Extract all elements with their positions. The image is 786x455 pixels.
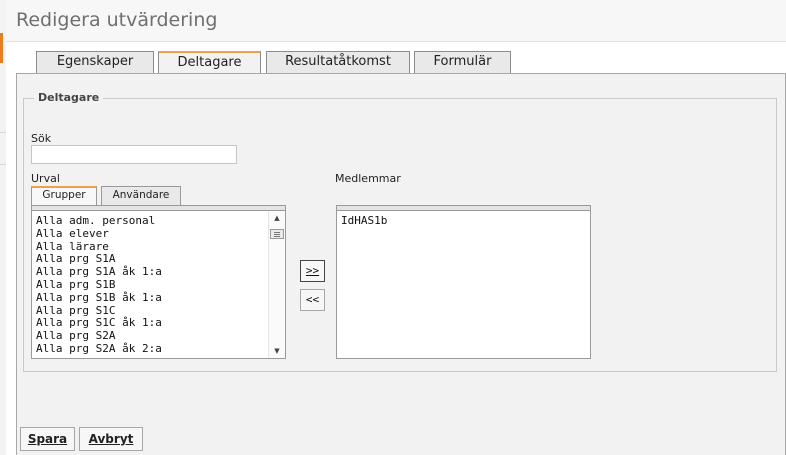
remove-member-button[interactable]: << — [300, 289, 325, 311]
thumb-grip — [274, 232, 280, 233]
group-list-item[interactable]: Alla prg S1B — [32, 278, 285, 292]
group-list-item[interactable]: Alla elever — [32, 227, 285, 241]
cancel-button[interactable]: Avbryt — [79, 427, 143, 451]
tab-deltagare[interactable]: Deltagare — [158, 51, 261, 74]
scroll-up-icon[interactable]: ▲ — [269, 213, 285, 223]
page-title: Redigera utvärdering — [16, 9, 218, 31]
tab-formular[interactable]: Formulär — [414, 51, 511, 73]
scroll-down-icon[interactable]: ▼ — [269, 346, 285, 356]
groups-list[interactable]: Alla adm. personal Alla elever Alla lärare… — [31, 211, 286, 359]
left-edge-divider — [0, 132, 6, 133]
group-list-item[interactable]: Alla adm. personal — [32, 214, 285, 228]
title-bar: Redigera utvärdering — [6, 0, 786, 42]
fieldset-legend: Deltagare — [34, 91, 104, 104]
members-list[interactable]: IdHAS1b — [336, 211, 591, 359]
selection-label: Urval — [31, 172, 60, 185]
search-label: Sök — [31, 132, 52, 145]
subtab-anvandare[interactable]: Användare — [101, 186, 181, 205]
left-edge-marker — [0, 33, 3, 63]
tab-resultatatkomst[interactable]: Resultatåtkomst — [266, 51, 410, 73]
search-input[interactable] — [31, 145, 237, 164]
thumb-grip — [274, 236, 280, 237]
tab-egenskaper[interactable]: Egenskaper — [36, 51, 154, 73]
groups-scrollbar[interactable]: ▲ ▼ — [268, 211, 285, 358]
thumb-grip — [274, 234, 280, 235]
member-list-item[interactable]: IdHAS1b — [337, 214, 590, 228]
tab-panel: Deltagare Sök Urval Medlemmar Grupper An… — [16, 73, 786, 455]
group-list-item[interactable]: Alla prg S1B åk 1:a — [32, 291, 285, 305]
members-label: Medlemmar — [335, 172, 401, 185]
left-edge-divider — [0, 164, 6, 165]
scroll-thumb[interactable] — [270, 229, 284, 239]
subtab-grupper[interactable]: Grupper — [31, 186, 97, 205]
left-edge-strip — [0, 0, 6, 455]
group-list-item[interactable]: Alla prg S2A åk 2:a — [32, 342, 285, 356]
save-button[interactable]: Spara — [20, 427, 75, 451]
add-member-button[interactable]: >> — [300, 260, 325, 282]
